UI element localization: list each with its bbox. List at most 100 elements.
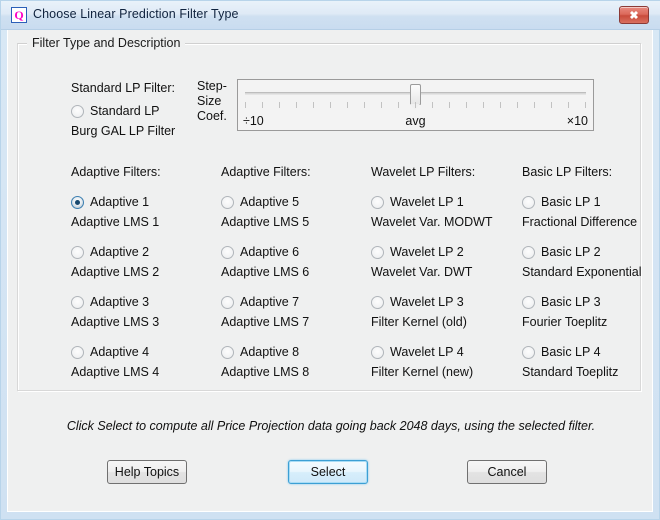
radio-description: Adaptive LMS 2 bbox=[71, 265, 160, 279]
slider-ticks bbox=[245, 102, 586, 110]
radio-mark-icon bbox=[522, 295, 535, 309]
slider-tick bbox=[534, 102, 535, 108]
radio-description: Adaptive LMS 5 bbox=[221, 215, 310, 229]
radio-adaptive-5[interactable]: Adaptive 5 bbox=[221, 195, 299, 209]
step-size-caption-line3: Coef. bbox=[197, 109, 227, 123]
radio-label: Adaptive 5 bbox=[240, 195, 300, 209]
radio-label: Adaptive 2 bbox=[90, 245, 150, 259]
radio-label: Adaptive 8 bbox=[240, 345, 300, 359]
step-size-slider-panel[interactable]: ÷10 avg ×10 bbox=[237, 79, 594, 131]
slider-tick bbox=[466, 102, 467, 108]
radio-basic-lp-4[interactable]: Basic LP 4 bbox=[522, 345, 601, 359]
radio-adaptive-4[interactable]: Adaptive 4 bbox=[71, 345, 149, 359]
radio-description: Filter Kernel (old) bbox=[371, 315, 467, 329]
slider-tick bbox=[330, 102, 331, 108]
radio-mark-icon bbox=[371, 245, 384, 259]
slider-tick bbox=[262, 102, 263, 108]
radio-adaptive-2[interactable]: Adaptive 2 bbox=[71, 245, 149, 259]
radio-mark-icon bbox=[71, 295, 84, 309]
column-heading-2: Adaptive Filters: bbox=[221, 165, 311, 179]
slider-tick bbox=[415, 102, 416, 108]
radio-adaptive-6[interactable]: Adaptive 6 bbox=[221, 245, 299, 259]
radio-standard-lp[interactable]: Standard LP bbox=[71, 104, 160, 118]
select-button[interactable]: Select bbox=[288, 460, 368, 484]
slider-tick bbox=[347, 102, 348, 108]
radio-wavelet-lp-4[interactable]: Wavelet LP 4 bbox=[371, 345, 464, 359]
step-size-caption: Step- Size Coef. bbox=[197, 79, 227, 124]
column-heading-1: Adaptive Filters: bbox=[71, 165, 161, 179]
radio-description: Adaptive LMS 1 bbox=[71, 215, 160, 229]
radio-mark-icon bbox=[371, 345, 384, 359]
column-heading-3: Wavelet LP Filters: bbox=[371, 165, 476, 179]
slider-center-label: avg bbox=[405, 114, 426, 128]
radio-basic-lp-2[interactable]: Basic LP 2 bbox=[522, 245, 601, 259]
radio-description: Adaptive LMS 4 bbox=[71, 365, 160, 379]
radio-label: Basic LP 4 bbox=[541, 345, 601, 359]
slider-tick bbox=[517, 102, 518, 108]
radio-label: Adaptive 7 bbox=[240, 295, 300, 309]
radio-wavelet-lp-2[interactable]: Wavelet LP 2 bbox=[371, 245, 464, 259]
slider-tick bbox=[432, 102, 433, 108]
app-icon-glyph: Q bbox=[14, 8, 24, 22]
radio-basic-lp-3[interactable]: Basic LP 3 bbox=[522, 295, 601, 309]
radio-description: Fourier Toeplitz bbox=[522, 315, 608, 329]
radio-description: Adaptive LMS 8 bbox=[221, 365, 310, 379]
slider-tick bbox=[551, 102, 552, 108]
radio-adaptive-7[interactable]: Adaptive 7 bbox=[221, 295, 299, 309]
radio-label: Adaptive 1 bbox=[90, 195, 150, 209]
radio-description: Filter Kernel (new) bbox=[371, 365, 474, 379]
slider-tick bbox=[279, 102, 280, 108]
radio-label: Basic LP 2 bbox=[541, 245, 601, 259]
radio-label: Wavelet LP 2 bbox=[390, 245, 464, 259]
slider-tick bbox=[313, 102, 314, 108]
radio-label: Wavelet LP 3 bbox=[390, 295, 464, 309]
radio-label: Adaptive 3 bbox=[90, 295, 150, 309]
radio-mark-icon bbox=[221, 245, 234, 259]
radio-mark-icon bbox=[71, 195, 84, 209]
cancel-button[interactable]: Cancel bbox=[467, 460, 547, 484]
radio-mark-icon bbox=[71, 345, 84, 359]
radio-label: Wavelet LP 4 bbox=[390, 345, 464, 359]
radio-description: Adaptive LMS 6 bbox=[221, 265, 310, 279]
radio-label: Wavelet LP 1 bbox=[390, 195, 464, 209]
slider-tick bbox=[296, 102, 297, 108]
standard-lp-description: Burg GAL LP Filter bbox=[71, 124, 176, 138]
slider-tick bbox=[364, 102, 365, 108]
slider-tick bbox=[398, 102, 399, 108]
radio-adaptive-1[interactable]: Adaptive 1 bbox=[71, 195, 149, 209]
radio-mark-icon bbox=[522, 245, 535, 259]
slider-tick bbox=[449, 102, 450, 108]
close-icon[interactable]: ✖ bbox=[619, 6, 649, 24]
radio-adaptive-8[interactable]: Adaptive 8 bbox=[221, 345, 299, 359]
slider-tick bbox=[245, 102, 246, 108]
window-title: Choose Linear Prediction Filter Type bbox=[33, 7, 239, 21]
slider-max-label: ×10 bbox=[566, 114, 588, 128]
radio-mark-icon bbox=[522, 195, 535, 209]
radio-mark-icon bbox=[71, 245, 84, 259]
slider-tick bbox=[568, 102, 569, 108]
help-topics-button[interactable]: Help Topics bbox=[107, 460, 187, 484]
radio-label: Adaptive 6 bbox=[240, 245, 300, 259]
radio-wavelet-lp-1[interactable]: Wavelet LP 1 bbox=[371, 195, 464, 209]
dialog-window: Q Choose Linear Prediction Filter Type ✖… bbox=[0, 0, 660, 520]
standard-lp-heading: Standard LP Filter: bbox=[71, 81, 175, 95]
slider-tick bbox=[500, 102, 501, 108]
radio-description: Fractional Difference bbox=[522, 215, 638, 229]
step-size-caption-line1: Step- bbox=[197, 79, 227, 93]
radio-description: Adaptive LMS 7 bbox=[221, 315, 310, 329]
step-size-caption-line2: Size bbox=[197, 94, 222, 108]
radio-label: Basic LP 3 bbox=[541, 295, 601, 309]
radio-mark-icon bbox=[371, 195, 384, 209]
groupbox-title: Filter Type and Description bbox=[27, 36, 186, 50]
radio-description: Adaptive LMS 3 bbox=[71, 315, 160, 329]
radio-basic-lp-1[interactable]: Basic LP 1 bbox=[522, 195, 601, 209]
slider-tick bbox=[381, 102, 382, 108]
radio-adaptive-3[interactable]: Adaptive 3 bbox=[71, 295, 149, 309]
slider-min-label: ÷10 bbox=[243, 114, 264, 128]
title-bar: Q Choose Linear Prediction Filter Type ✖ bbox=[1, 1, 660, 30]
slider-tick bbox=[585, 102, 586, 108]
radio-description: Wavelet Var. DWT bbox=[371, 265, 473, 279]
footer-note: Click Select to compute all Price Projec… bbox=[66, 419, 596, 433]
radio-wavelet-lp-3[interactable]: Wavelet LP 3 bbox=[371, 295, 464, 309]
app-q-icon: Q bbox=[11, 7, 27, 23]
